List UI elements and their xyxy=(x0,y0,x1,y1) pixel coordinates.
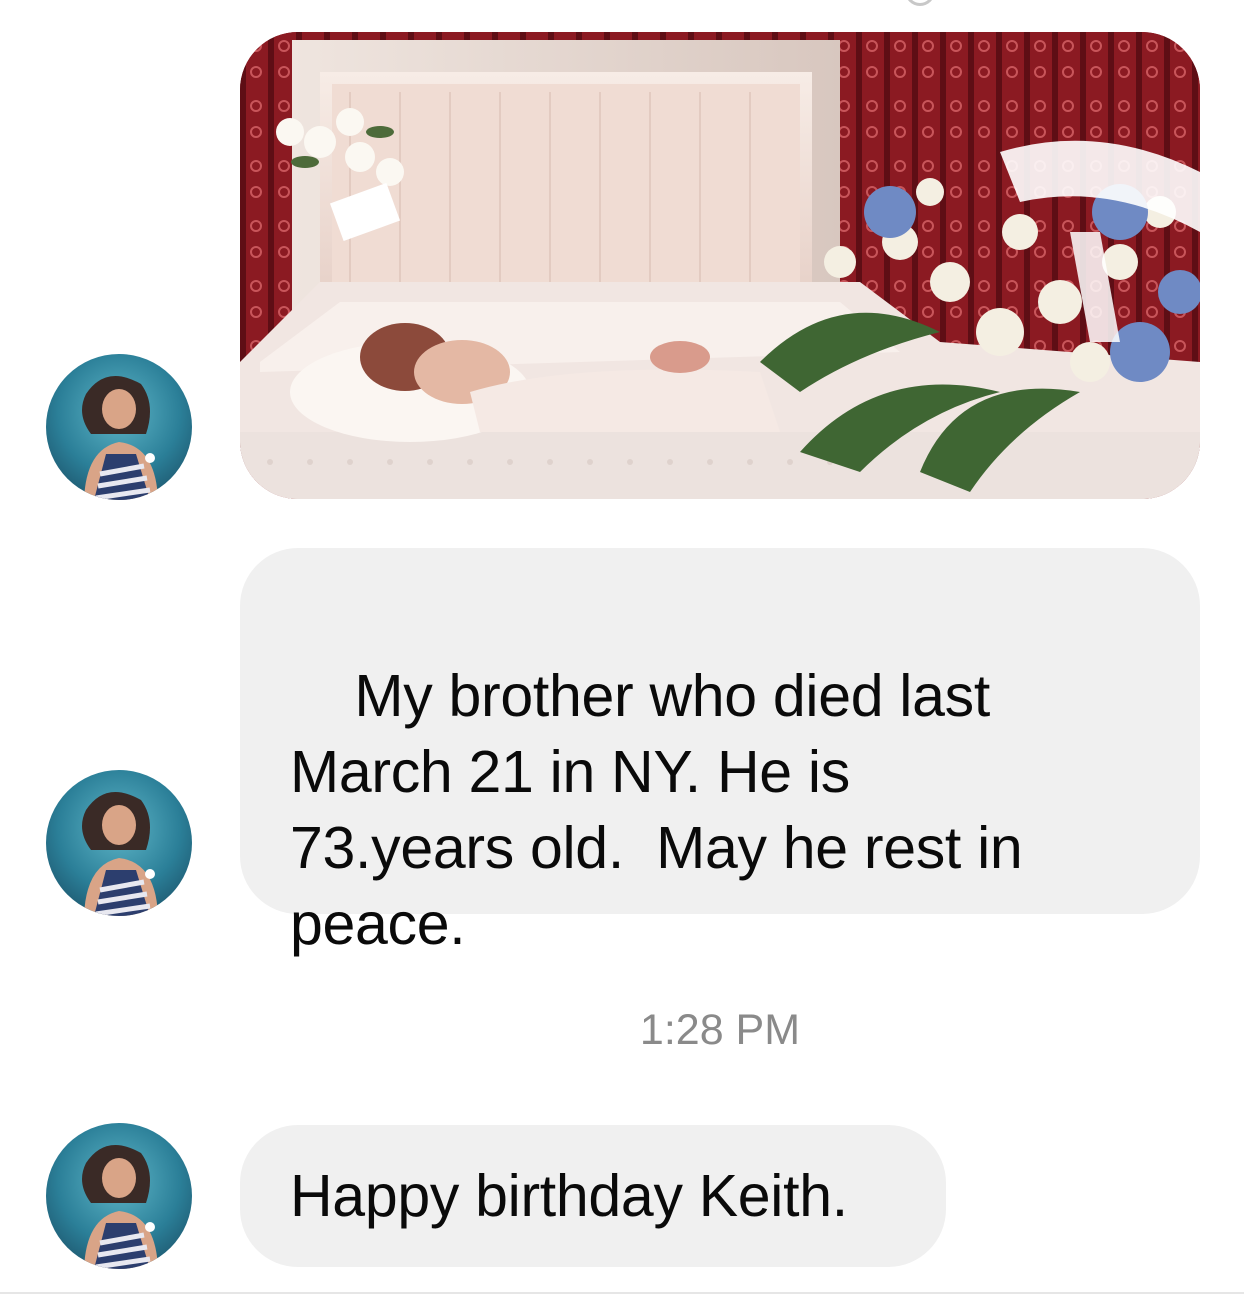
composer-divider xyxy=(0,1292,1244,1294)
message-bubble[interactable]: My brother who died last March 21 in NY.… xyxy=(240,548,1200,957)
avatar-photo xyxy=(46,1123,192,1269)
message-text: My brother who died last March 21 in NY.… xyxy=(290,663,1023,957)
previous-content-edge xyxy=(905,0,935,6)
avatar-photo xyxy=(46,770,192,916)
sender-avatar[interactable] xyxy=(46,1123,192,1269)
message-timestamp: 1:28 PM xyxy=(639,1006,801,1054)
avatar-photo xyxy=(46,354,192,500)
sender-avatar[interactable] xyxy=(46,354,192,500)
photo-attachment[interactable] xyxy=(240,32,1200,499)
messenger-conversation: My brother who died last March 21 in NY.… xyxy=(0,0,1244,1300)
sender-avatar[interactable] xyxy=(46,770,192,916)
message-bubble[interactable]: Happy birthday Keith. xyxy=(240,1125,946,1267)
attached-photo xyxy=(240,32,1200,499)
message-text: Happy birthday Keith. xyxy=(290,1163,848,1229)
